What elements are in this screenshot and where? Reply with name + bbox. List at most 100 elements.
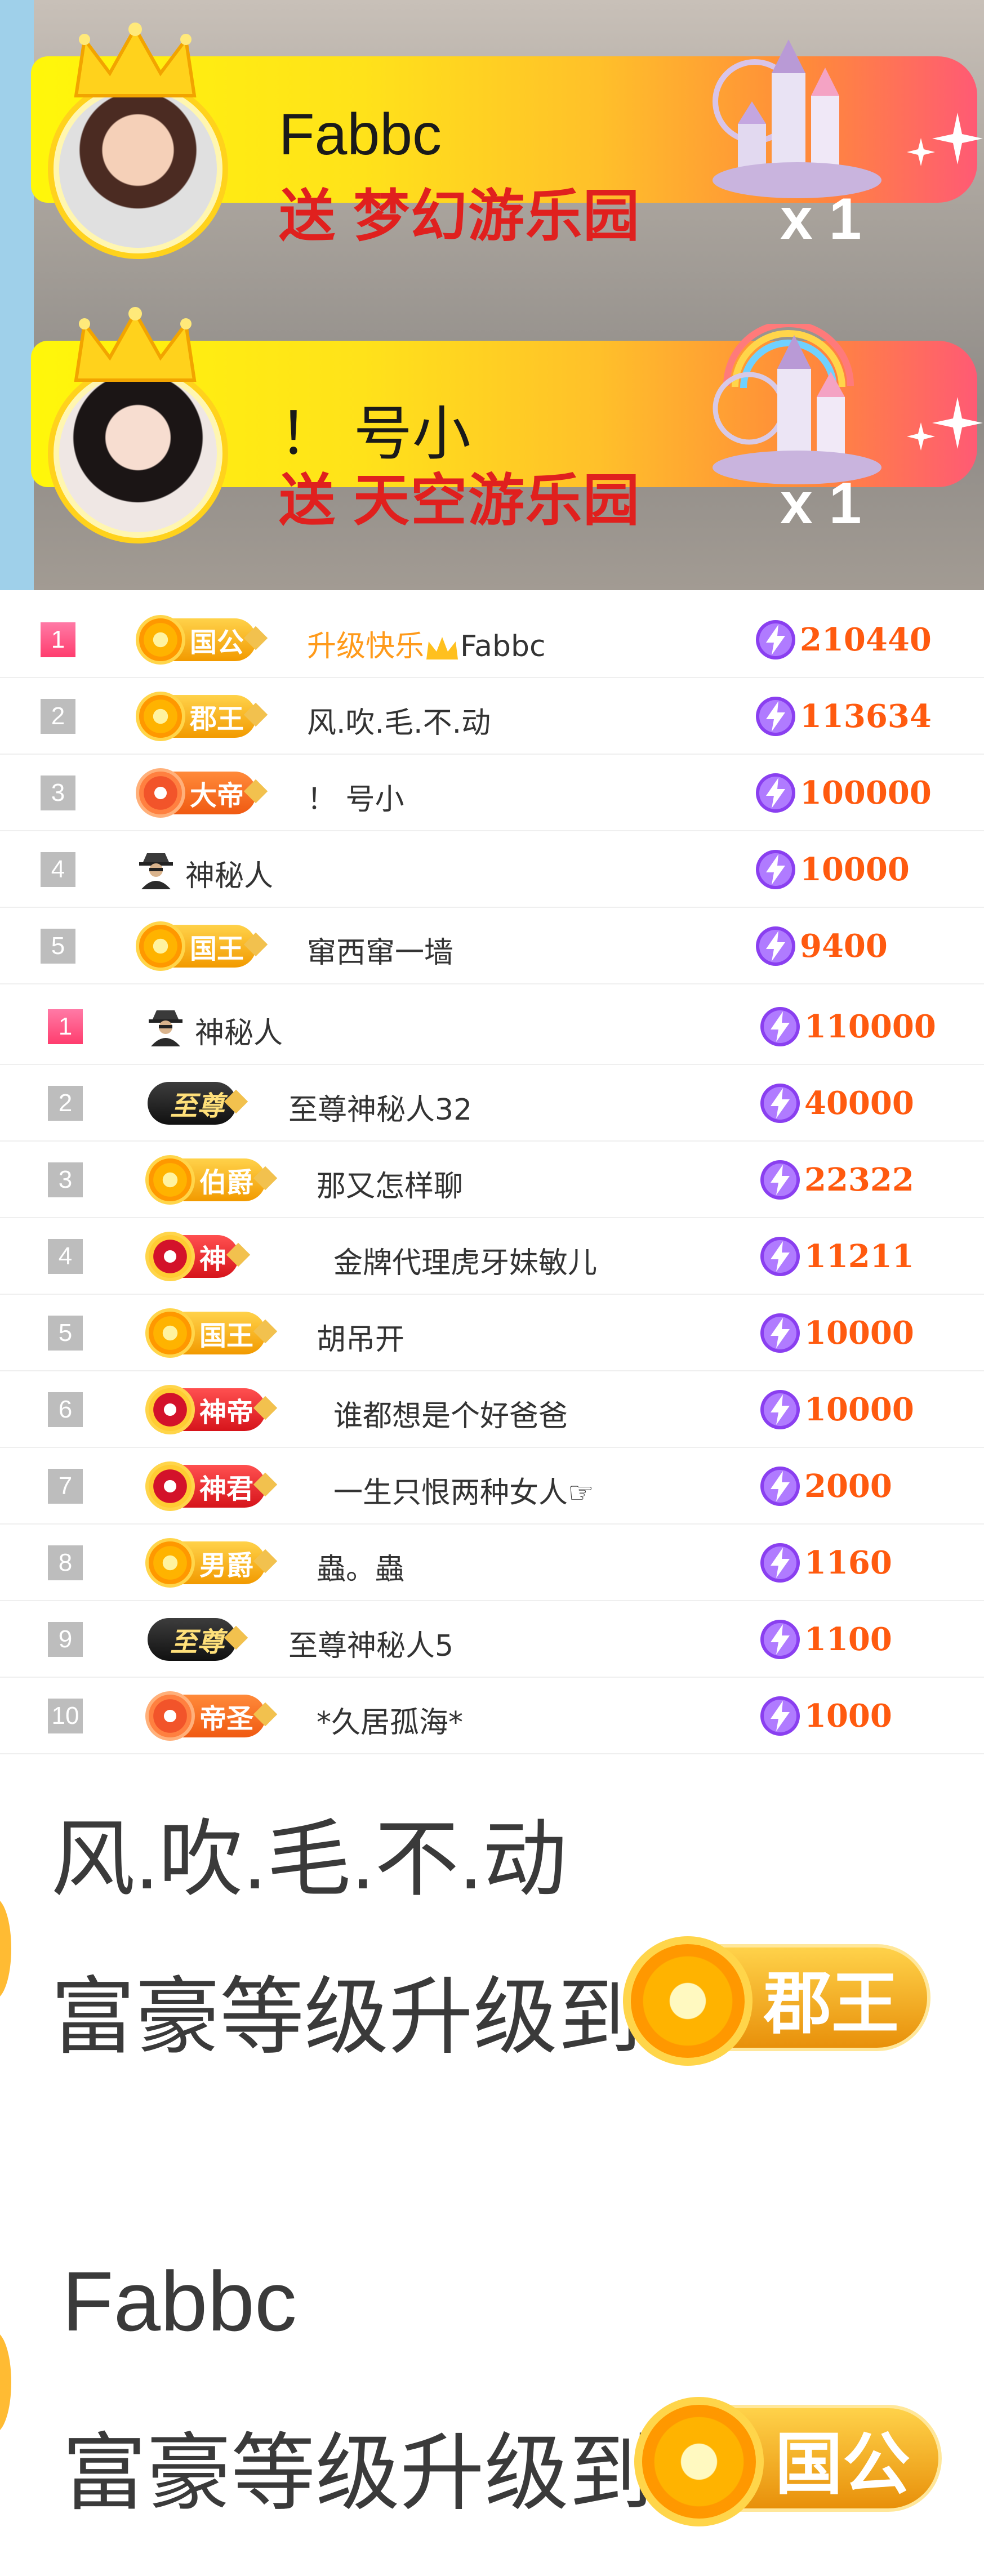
user-name[interactable]: 至尊神秘人32 (288, 1086, 472, 1128)
user-name[interactable]: 胡吊开 (317, 1316, 404, 1358)
rank-row[interactable]: 6 神帝 谁都想是个好爸爸 10000 (0, 1371, 984, 1448)
level-badge-label: 至尊 (170, 1090, 225, 1122)
level-badge-label: 帝圣 (199, 1703, 254, 1735)
contribution-score: 2000 (804, 1468, 892, 1505)
sparkle-icon (907, 397, 983, 451)
level-emblem-icon (145, 1385, 195, 1434)
gift-banner[interactable]: ！ 号小 送天空游乐园 x 1 (31, 307, 983, 543)
rank-number: 7 (48, 1469, 83, 1504)
notice-text: 富豪等级升级到 (51, 1968, 643, 2066)
rank-row[interactable]: 8 男爵 蟲。蟲 1160 (0, 1525, 984, 1601)
badge-diamond-icon (243, 702, 268, 727)
contribution-score: 22322 (804, 1161, 914, 1198)
level-badge: 国公 (136, 615, 268, 665)
lightning-coin-icon (760, 1084, 800, 1123)
level-badge: 至尊 (148, 1082, 248, 1125)
user-name[interactable]: 神秘人 (185, 852, 273, 894)
background-sky (0, 0, 34, 590)
rank-list-top10: 1 神秘人 110000 2 至尊 至尊神秘人32 40000 3 伯爵 那又怎样聊 22322 4 神… (0, 988, 984, 1754)
level-badge-label: 神 (199, 1244, 227, 1275)
level-badge: 郡王 (136, 692, 268, 741)
level-emblem-icon (634, 2397, 764, 2526)
user-name[interactable]: 金牌代理虎牙妹敏儿 (333, 1239, 597, 1281)
rank-row[interactable]: 2 郡王 风.吹.毛.不.动 113634 (0, 678, 984, 755)
level-emblem-icon (145, 1691, 195, 1741)
rank-row[interactable]: 9 至尊 至尊神秘人5 1100 (0, 1601, 984, 1678)
badge-diamond-icon (253, 1319, 278, 1344)
user-name[interactable]: 那又怎样聊 (317, 1162, 463, 1205)
rank-row[interactable]: 1 神秘人 110000 (0, 988, 984, 1065)
rank-number: 4 (41, 852, 75, 887)
level-up-notice: Fabbc 富豪等级升级到 国公 (0, 2253, 984, 2568)
level-emblem-icon (136, 921, 185, 971)
rank-number: 2 (41, 699, 75, 734)
user-name[interactable]: 升级快乐 Fabbc (307, 622, 546, 665)
rank-list-top5: 1 国公 升级快乐 Fabbc 210440 2 郡王 风.吹.毛.不.动 113634 3 大帝 ！… (0, 601, 984, 984)
level-emblem-icon (136, 768, 185, 818)
level-emblem-icon (136, 692, 185, 741)
avatar[interactable] (59, 90, 217, 248)
rank-row[interactable]: 5 国王 胡吊开 10000 (0, 1295, 984, 1371)
avatar[interactable] (59, 375, 217, 532)
upgrade-prefix: 升级快乐 (307, 630, 425, 663)
contribution-score: 10000 (804, 1314, 914, 1352)
user-name[interactable]: *久居孤海* (317, 1699, 463, 1741)
rank-row[interactable]: 5 国王 窜西窜一墙 9400 (0, 908, 984, 984)
rank-row[interactable]: 3 大帝 ！ 号小 100000 (0, 755, 984, 831)
rank-row[interactable]: 4 神秘人 10000 (0, 831, 984, 908)
level-badge-label: 伯爵 (199, 1167, 254, 1198)
level-emblem-icon (145, 1155, 195, 1205)
level-badge: 大帝 (136, 768, 268, 818)
user-name[interactable]: 蟲。蟲 (317, 1545, 404, 1588)
crown-icon (74, 307, 197, 382)
gift-name: 梦幻游乐园 (353, 183, 640, 249)
user-name-text: ！ 号小 (307, 783, 404, 817)
rank-number: 6 (48, 1392, 83, 1427)
rank-row[interactable]: 2 至尊 至尊神秘人32 40000 (0, 1065, 984, 1142)
lightning-coin-icon (756, 620, 795, 659)
lightning-coin-icon (760, 1313, 800, 1353)
badge-diamond-icon (224, 1625, 248, 1650)
user-name[interactable]: 谁都想是个好爸爸 (333, 1392, 568, 1434)
contribution-score: 1160 (804, 1544, 892, 1581)
user-name[interactable]: 窜西窜一墙 (307, 929, 453, 971)
user-name[interactable]: ！ 号小 (307, 776, 404, 818)
contribution-score: 10000 (804, 1391, 914, 1428)
user-name-text: 神秘人 (195, 1017, 283, 1050)
sky-park-gift-icon (713, 324, 881, 484)
rank-row[interactable]: 10 帝圣 *久居孤海* 1000 (0, 1678, 984, 1754)
user-name[interactable]: 神秘人 (195, 1009, 283, 1051)
level-badge-label: 国王 (199, 1320, 254, 1352)
contribution-score: 9400 (800, 928, 888, 965)
lightning-coin-icon (756, 926, 795, 966)
level-badge-label: 至尊 (170, 1626, 225, 1658)
user-name-text: Fabbc (460, 630, 546, 663)
rank-row[interactable]: 1 国公 升级快乐 Fabbc 210440 (0, 601, 984, 678)
user-name-text: 神秘人 (185, 859, 274, 893)
rank-row[interactable]: 4 神 金牌代理虎牙妹敏儿 11211 (0, 1218, 984, 1295)
level-badge: 至尊 (148, 1618, 248, 1661)
level-badge: 男爵 (145, 1538, 278, 1588)
contribution-score: 113634 (800, 698, 932, 735)
rank-row[interactable]: 7 神君 一生只恨两种女人☞ 2000 (0, 1448, 984, 1525)
rank-number: 8 (48, 1545, 83, 1580)
badge-diamond-icon (253, 1396, 278, 1420)
rank-number: 1 (41, 622, 75, 657)
mystery-person-icon (149, 1010, 182, 1046)
level-badge-label: 男爵 (199, 1550, 254, 1581)
level-badge: 神君 (145, 1461, 278, 1511)
sparkle-icon (907, 113, 983, 166)
lightning-coin-icon (760, 1160, 800, 1200)
user-name[interactable]: 一生只恨两种女人☞ (333, 1469, 594, 1511)
gift-banner[interactable]: Fabbc 送梦幻游乐园 x 1 (31, 23, 983, 259)
user-name[interactable]: 至尊神秘人5 (288, 1622, 453, 1664)
user-name-text: 窜西窜一墙 (307, 936, 454, 970)
rank-row[interactable]: 3 伯爵 那又怎样聊 22322 (0, 1142, 984, 1218)
level-badge: 国公 (634, 2397, 942, 2526)
gift-text: 送梦幻游乐园 (279, 170, 657, 252)
rank-number: 5 (48, 1316, 83, 1351)
user-name[interactable]: 风.吹.毛.不.动 (307, 699, 491, 741)
lightning-coin-icon (760, 1390, 800, 1429)
level-badge-label: 国公 (775, 2426, 910, 2504)
level-badge-label: 郡王 (764, 1965, 899, 2043)
